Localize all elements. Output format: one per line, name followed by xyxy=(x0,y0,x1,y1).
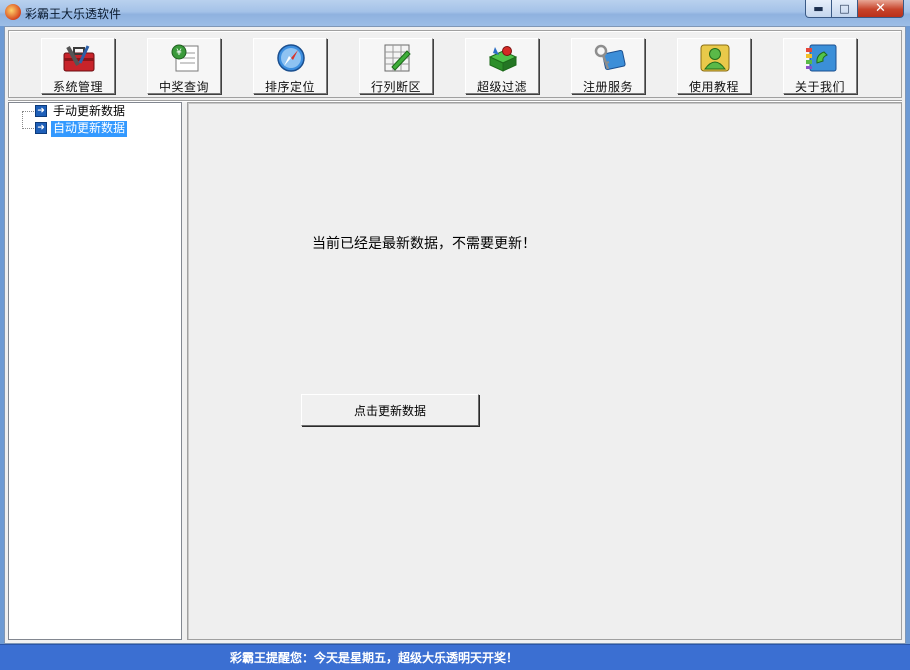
maximize-button[interactable]: □ xyxy=(832,0,858,18)
app-logo-icon[interactable] xyxy=(5,4,21,20)
tree-connector xyxy=(22,111,23,129)
svg-text:¥: ¥ xyxy=(176,48,182,58)
status-bar-text: 彩霸王提醒您：今天是星期五，超级大乐透明天开奖！ xyxy=(230,651,519,665)
arrow-right-icon: ➜ xyxy=(35,122,47,134)
window-title: 彩霸王大乐透软件 xyxy=(25,7,122,21)
toolbox-icon xyxy=(62,43,96,73)
filter-cube-icon xyxy=(486,43,520,73)
toolbar-label: 行列断区 xyxy=(370,80,421,94)
close-icon: ✕ xyxy=(875,1,886,16)
client-area: 系统管理 ¥ 中奖查询 排序定位 行列断区 超级过滤 注册服务 使用教程 关于我… xyxy=(4,26,906,644)
toolbar-label: 注册服务 xyxy=(582,80,633,94)
toolbar-button-prize-query[interactable]: ¥ 中奖查询 xyxy=(147,38,221,94)
main-panel: 当前已经是最新数据，不需要更新！ 点击更新数据 xyxy=(187,102,902,640)
toolbar-button-row-column-zones[interactable]: 行列断区 xyxy=(359,38,433,94)
tree-item-label: 自动更新数据 xyxy=(51,121,128,137)
tree-item-label: 手动更新数据 xyxy=(53,104,126,118)
minimize-button[interactable]: ▬ xyxy=(805,0,832,18)
update-data-button[interactable]: 点击更新数据 xyxy=(301,394,479,426)
window-controls: ▬ □ ✕ xyxy=(805,0,904,18)
user-tutorial-icon xyxy=(698,43,732,73)
toolbar-button-super-filter[interactable]: 超级过滤 xyxy=(465,38,539,94)
toolbar: 系统管理 ¥ 中奖查询 排序定位 行列断区 超级过滤 注册服务 使用教程 关于我… xyxy=(8,30,902,98)
minimize-icon: ▬ xyxy=(813,2,824,15)
toolbar-label: 使用教程 xyxy=(688,80,739,94)
toolbar-button-tutorial[interactable]: 使用教程 xyxy=(677,38,751,94)
toolbar-label: 关于我们 xyxy=(794,80,845,94)
toolbar-label: 超级过滤 xyxy=(476,80,527,94)
toolbar-button-system-management[interactable]: 系统管理 xyxy=(41,38,115,94)
toolbar-button-sort-position[interactable]: 排序定位 xyxy=(253,38,327,94)
grid-pencil-icon xyxy=(380,43,414,73)
compass-icon xyxy=(274,43,308,73)
title-bar[interactable]: 彩霸王大乐透软件 ▬ □ ✕ xyxy=(0,0,910,26)
phone-book-icon xyxy=(804,43,838,73)
toolbar-button-registration[interactable]: 注册服务 xyxy=(571,38,645,94)
keys-icon xyxy=(592,43,626,73)
arrow-right-icon: ➜ xyxy=(35,105,47,117)
lottery-ticket-icon: ¥ xyxy=(168,43,202,73)
toolbar-label: 中奖查询 xyxy=(158,80,209,94)
tree-connector xyxy=(22,128,34,129)
toolbar-label: 系统管理 xyxy=(52,80,103,94)
tree-panel[interactable]: ➜ 手动更新数据 ➜ 自动更新数据 xyxy=(8,102,182,640)
toolbar-button-about-us[interactable]: 关于我们 xyxy=(783,38,857,94)
status-message: 当前已经是最新数据，不需要更新！ xyxy=(312,236,536,252)
maximize-icon: □ xyxy=(839,2,850,15)
tree-connector xyxy=(22,111,34,112)
close-button[interactable]: ✕ xyxy=(858,0,904,18)
status-bar: 彩霸王提醒您：今天是星期五，超级大乐透明天开奖！ xyxy=(0,644,910,670)
toolbar-label: 排序定位 xyxy=(264,80,315,94)
